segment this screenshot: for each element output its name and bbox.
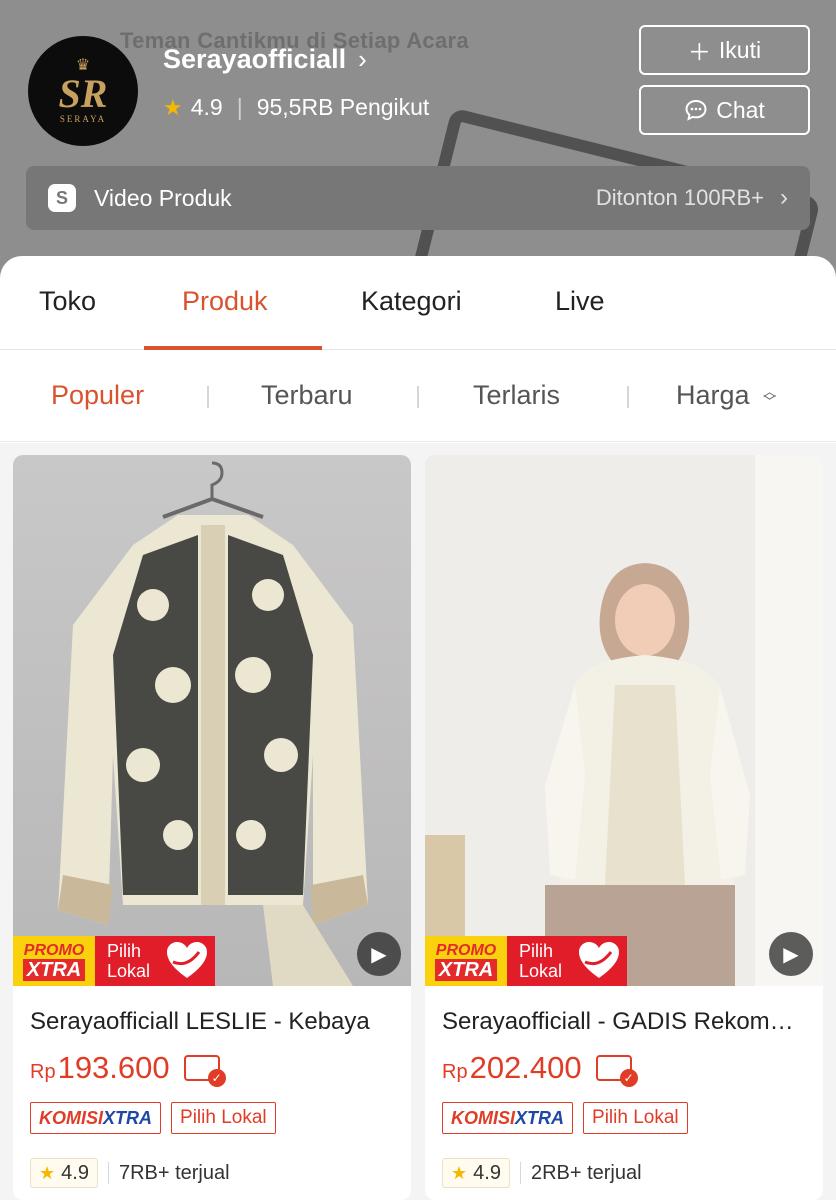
- heart-icon: [579, 942, 619, 978]
- chat-bubble-icon: [685, 99, 707, 121]
- sort-divider: [207, 386, 209, 408]
- logo-word: SERAYA: [59, 114, 107, 124]
- sort-divider: [627, 386, 629, 408]
- pilih-lokal-badge: Pilih Lokal: [583, 1102, 688, 1134]
- promo-banner: PROMO XTRA Pilih Lokal: [13, 936, 215, 986]
- pilih-lokal-banner: Pilih Lokal: [507, 936, 627, 986]
- promo-bottom-text: XTRA: [434, 958, 498, 981]
- komisi-xtra-badge: KOMISI XTRA: [442, 1102, 574, 1134]
- price-amount: 193.600: [57, 1050, 170, 1085]
- product-price: Rp 202.400: [442, 1050, 806, 1087]
- play-video-icon[interactable]: ▶: [357, 932, 401, 976]
- video-product-bar[interactable]: S Video Produk Ditonton 100RB+ ›: [26, 166, 810, 230]
- rating-row: ★ 4.9 2RB+ terjual: [442, 1158, 806, 1188]
- sort-terlaris[interactable]: Terlaris: [473, 380, 560, 411]
- sold-count: 7RB+ terjual: [118, 1161, 230, 1184]
- product-rating: 4.9: [473, 1161, 501, 1184]
- voucher-icon: [183, 1055, 226, 1087]
- pilih-lokal-banner: Pilih Lokal: [95, 936, 215, 986]
- shop-logo[interactable]: ♛ SR SERAYA: [28, 36, 138, 146]
- tab-live[interactable]: Live: [555, 286, 605, 317]
- product-badges: KOMISI XTRA Pilih Lokal: [442, 1102, 806, 1134]
- rating-row: ★ 4.9 7RB+ terjual: [30, 1158, 394, 1188]
- rating-chip: ★ 4.9: [30, 1158, 98, 1188]
- pilih-lokal-text: Pilih Lokal: [107, 941, 151, 981]
- promo-top-text: PROMO: [435, 941, 497, 959]
- star-icon: ★: [451, 1162, 468, 1183]
- meta-divider: |: [236, 94, 243, 120]
- sort-terbaru[interactable]: Terbaru: [261, 380, 353, 411]
- product-title: Serayaofficiall LESLIE - Kebaya: [30, 1008, 370, 1035]
- product-price: Rp 193.600: [30, 1050, 394, 1087]
- pilih-lokal-badge: Pilih Lokal: [171, 1102, 276, 1134]
- chat-label: Chat: [716, 96, 765, 123]
- star-icon: ★: [163, 94, 183, 120]
- video-label: Video Produk: [94, 184, 232, 211]
- product-card[interactable]: PROMO XTRA Pilih Lokal ▶ Serayaofficiall…: [425, 455, 823, 1200]
- tab-kategori[interactable]: Kategori: [361, 286, 462, 317]
- plus-icon: ＋: [687, 39, 711, 65]
- kebaya-illustration: [58, 461, 368, 986]
- shop-name-link[interactable]: Serayaofficiall ›: [163, 44, 367, 75]
- logo-monogram: SR: [58, 71, 108, 116]
- sort-divider: [417, 386, 419, 408]
- sort-toggle-icon: ︿ ﹀: [763, 383, 777, 409]
- product-badges: KOMISI XTRA Pilih Lokal: [30, 1102, 394, 1134]
- tab-toko[interactable]: Toko: [39, 286, 96, 317]
- promo-bottom-text: XTRA: [22, 958, 86, 981]
- promo-top-text: PROMO: [23, 941, 85, 959]
- star-icon: ★: [39, 1162, 56, 1183]
- xtra-text: XTRA: [103, 1107, 153, 1128]
- price-amount: 202.400: [469, 1050, 582, 1085]
- rating-chip: ★ 4.9: [442, 1158, 510, 1188]
- shop-followers: 95,5RB Pengikut: [256, 94, 430, 120]
- komisi-text: KOMISI: [39, 1107, 104, 1128]
- shop-rating: 4.9: [190, 94, 223, 120]
- rating-divider: [107, 1162, 109, 1184]
- chat-button[interactable]: Chat: [639, 85, 810, 135]
- product-title: Serayaofficiall - GADIS Rekomendasi: [442, 1008, 806, 1035]
- main-tabs: Toko Produk Kategori Live: [0, 256, 836, 350]
- follow-label: Ikuti: [718, 36, 762, 63]
- product-image[interactable]: PROMO XTRA Pilih Lokal ▶: [425, 455, 823, 986]
- promo-xtra-badge: PROMO XTRA: [13, 936, 95, 986]
- model-illustration: [425, 455, 823, 986]
- sort-bar: Populer Terbaru Terlaris Harga ︿ ﹀: [0, 350, 836, 442]
- play-video-icon[interactable]: ▶: [769, 932, 813, 976]
- rating-divider: [519, 1162, 521, 1184]
- promo-xtra-badge: PROMO XTRA: [425, 936, 507, 986]
- shop-meta: ★ 4.9 | 95,5RB Pengikut: [163, 94, 429, 121]
- sort-harga[interactable]: Harga ︿ ﹀: [676, 380, 776, 411]
- product-image[interactable]: PROMO XTRA Pilih Lokal ▶: [13, 455, 411, 986]
- video-app-icon: S: [48, 184, 76, 212]
- chevron-right-icon: ›: [780, 184, 788, 211]
- product-rating: 4.9: [61, 1161, 89, 1184]
- sort-populer[interactable]: Populer: [51, 380, 144, 411]
- chevron-right-icon: ›: [358, 44, 367, 74]
- sold-count: 2RB+ terjual: [530, 1161, 642, 1184]
- sort-harga-label: Harga: [676, 380, 750, 410]
- video-view-count: Ditonton 100RB+: [595, 185, 764, 210]
- xtra-text: XTRA: [515, 1107, 565, 1128]
- pilih-lokal-text: Pilih Lokal: [519, 941, 563, 981]
- heart-icon: [167, 942, 207, 978]
- currency-label: Rp: [442, 1060, 468, 1083]
- currency-label: Rp: [30, 1060, 56, 1083]
- voucher-icon: [595, 1055, 638, 1087]
- product-card[interactable]: PROMO XTRA Pilih Lokal ▶ Serayaofficiall…: [13, 455, 411, 1200]
- shop-header: Teman Cantikmu di Setiap Acara ♛ SR SERA…: [0, 0, 836, 280]
- komisi-text: KOMISI: [451, 1107, 516, 1128]
- follow-button[interactable]: ＋ Ikuti: [639, 25, 810, 75]
- tab-produk[interactable]: Produk: [182, 286, 268, 317]
- shop-name: Serayaofficiall: [163, 44, 347, 74]
- komisi-xtra-badge: KOMISI XTRA: [30, 1102, 162, 1134]
- promo-banner: PROMO XTRA Pilih Lokal: [425, 936, 627, 986]
